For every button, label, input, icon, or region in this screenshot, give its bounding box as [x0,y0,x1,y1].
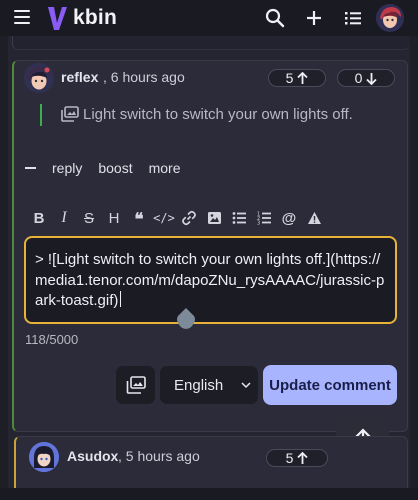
upvote-button[interactable]: 5 [268,69,326,87]
strikethrough-icon[interactable]: S [80,209,98,227]
more-link[interactable]: more [149,160,181,176]
bulleted-list-icon[interactable] [230,209,248,227]
chevron-down-icon [241,382,251,389]
update-comment-button[interactable]: Update comment [263,365,397,405]
markdown-toolbar: B I S H ❝ </> 123 @ [30,209,330,229]
svg-text:3: 3 [257,221,260,226]
parent-card-bottom [12,36,410,50]
next-comment-avatar[interactable] [29,442,59,472]
warning-icon[interactable] [305,209,323,227]
next-comment-author[interactable]: Asudox [67,448,118,464]
upvote-count: 5 [285,70,294,86]
image-icon[interactable] [205,209,223,227]
image-gallery-icon [61,106,79,122]
comment-actions: reply boost more [25,160,197,176]
image-gallery-icon [126,376,146,394]
downvote-button[interactable]: 0 [337,69,395,87]
numbered-list-icon[interactable]: 123 [255,209,273,227]
collapse-icon[interactable] [25,167,36,169]
next-upvote-count: 5 [285,450,294,466]
quote-icon[interactable]: ❝ [130,209,148,229]
heading-icon[interactable]: H [105,209,123,227]
arrow-up-icon [297,451,309,464]
user-avatar[interactable] [376,4,404,32]
language-value: English [174,376,224,394]
arrow-down-icon [366,72,378,85]
next-comment-time: , 5 hours ago [118,448,200,464]
brand-name[interactable]: kbin [73,6,117,30]
downvote-count: 0 [354,70,363,86]
search-icon[interactable] [264,7,286,29]
comment-author-avatar[interactable] [24,63,54,93]
link-icon[interactable] [180,209,198,227]
menu-icon[interactable] [14,10,30,24]
text-cursor [120,291,122,307]
attach-image-button[interactable] [116,366,155,404]
character-counter: 118/5000 [25,332,79,347]
language-select[interactable]: English [160,366,258,404]
comment-author[interactable]: reflex [61,69,98,85]
boost-link[interactable]: boost [98,160,132,176]
comment-time: , 6 hours ago [103,69,185,85]
text-selection-handle[interactable] [175,307,197,331]
kbin-logo-icon[interactable] [46,5,68,31]
next-upvote-button[interactable]: 5 [266,449,328,467]
code-icon[interactable]: </> [153,209,175,227]
bottom-bar [0,488,418,500]
plus-icon[interactable] [303,7,325,29]
mention-icon[interactable]: @ [280,209,298,227]
comment-editor[interactable]: > ![Light switch to switch your own ligh… [24,236,397,324]
editor-text: > ![Light switch to switch your own ligh… [35,251,385,309]
quoted-image-alt: Light switch to switch your own lights o… [83,106,353,123]
quote-bar [40,104,42,126]
italic-icon[interactable]: I [55,209,73,227]
list-icon[interactable] [342,7,364,29]
bold-icon[interactable]: B [30,209,48,227]
reply-link[interactable]: reply [52,160,82,176]
arrow-up-icon [297,71,309,84]
